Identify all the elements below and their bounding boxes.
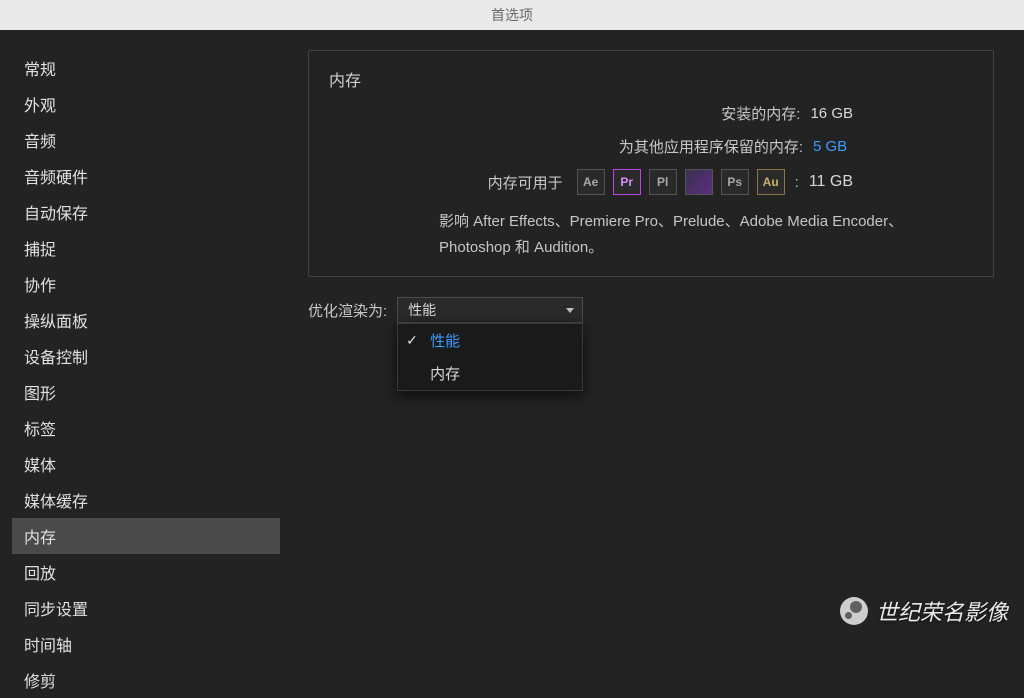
installed-memory-value: 16 GB: [810, 105, 853, 122]
optimize-dropdown[interactable]: 性能: [397, 297, 583, 323]
optimize-dropdown-list: ✓ 性能 内存: [397, 323, 583, 391]
memory-note: 影响 After Effects、Premiere Pro、Prelude、Ad…: [329, 209, 973, 260]
colon: :: [793, 174, 801, 191]
check-icon: ✓: [406, 332, 422, 349]
app-icon-pl: Pl: [649, 169, 677, 195]
sidebar-item-control-surface[interactable]: 操纵面板: [12, 302, 290, 338]
available-memory-label: 内存可用于: [488, 172, 563, 193]
weibo-icon: [840, 597, 868, 625]
watermark-text: 世纪荣名影像: [876, 595, 1008, 627]
available-memory-value: 11 GB: [809, 173, 853, 191]
optimize-option-performance[interactable]: ✓ 性能: [398, 324, 582, 357]
sidebar-item-playback[interactable]: 回放: [12, 554, 290, 590]
optimize-label: 优化渲染为:: [308, 297, 387, 321]
watermark: 世纪荣名影像: [840, 595, 1008, 627]
sidebar-item-trim[interactable]: 修剪: [12, 662, 290, 698]
app-icon-me: [685, 169, 713, 195]
reserved-memory-label: 为其他应用程序保留的内存:: [619, 136, 803, 157]
sidebar: 常规 外观 音频 音频硬件 自动保存 捕捉 协作 操纵面板 设备控制 图形 标签…: [0, 30, 290, 637]
sidebar-item-auto-save[interactable]: 自动保存: [12, 194, 290, 230]
installed-memory-row: 安装的内存: 16 GB: [329, 103, 973, 124]
app-icon-au: Au: [757, 169, 785, 195]
memory-panel: 内存 安装的内存: 16 GB 为其他应用程序保留的内存: 5 GB 内存可用于…: [308, 50, 994, 277]
sidebar-item-capture[interactable]: 捕捉: [12, 230, 290, 266]
sidebar-item-audio-hardware[interactable]: 音频硬件: [12, 158, 290, 194]
optimize-option-memory[interactable]: 内存: [398, 357, 582, 390]
sidebar-item-device-control[interactable]: 设备控制: [12, 338, 290, 374]
reserved-memory-row: 为其他应用程序保留的内存: 5 GB: [329, 136, 973, 157]
sidebar-item-graphics[interactable]: 图形: [12, 374, 290, 410]
titlebar: 首选项: [0, 0, 1024, 30]
sidebar-item-general[interactable]: 常规: [12, 50, 290, 86]
reserved-memory-value[interactable]: 5 GB: [813, 138, 853, 155]
sidebar-item-audio[interactable]: 音频: [12, 122, 290, 158]
sidebar-item-timeline[interactable]: 时间轴: [12, 626, 290, 662]
sidebar-item-memory[interactable]: 内存: [12, 518, 280, 554]
sidebar-item-labels[interactable]: 标签: [12, 410, 290, 446]
chevron-down-icon: [566, 308, 574, 313]
sidebar-item-media-cache[interactable]: 媒体缓存: [12, 482, 290, 518]
sidebar-item-collaboration[interactable]: 协作: [12, 266, 290, 302]
available-memory-row: 内存可用于 Ae Pr Pl Ps Au : 11 GB: [329, 169, 973, 195]
sidebar-item-sync-settings[interactable]: 同步设置: [12, 590, 290, 626]
preferences-content: 常规 外观 音频 音频硬件 自动保存 捕捉 协作 操纵面板 设备控制 图形 标签…: [0, 30, 1024, 637]
app-icon-ps: Ps: [721, 169, 749, 195]
installed-memory-label: 安装的内存:: [721, 103, 800, 124]
panel-title: 内存: [329, 67, 973, 91]
app-icon-ae: Ae: [577, 169, 605, 195]
app-icon-pr: Pr: [613, 169, 641, 195]
optimize-row: 优化渲染为: 性能 ✓ 性能 内存: [308, 297, 994, 323]
sidebar-item-appearance[interactable]: 外观: [12, 86, 290, 122]
sidebar-item-media[interactable]: 媒体: [12, 446, 290, 482]
window-title: 首选项: [491, 7, 533, 23]
optimize-selected-value: 性能: [408, 300, 436, 320]
main-panel: 内存 安装的内存: 16 GB 为其他应用程序保留的内存: 5 GB 内存可用于…: [290, 30, 1024, 637]
